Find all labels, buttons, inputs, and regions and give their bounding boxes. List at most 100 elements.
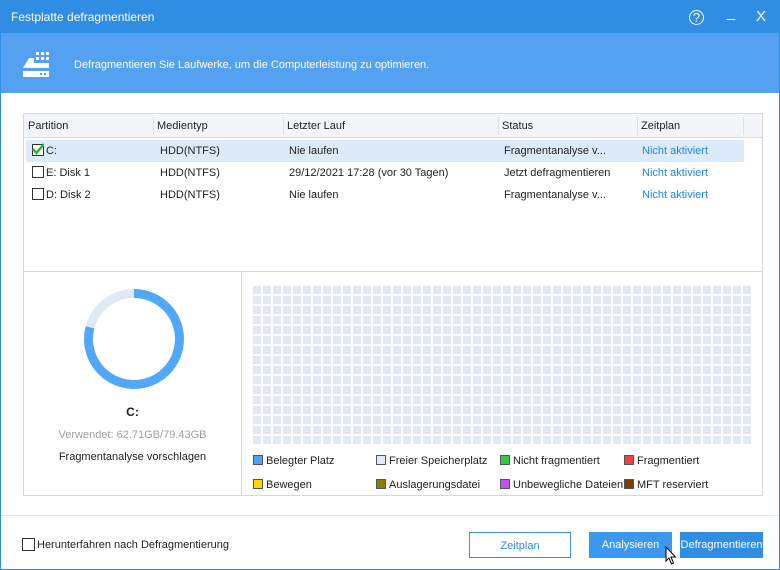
shutdown-checkbox[interactable] bbox=[22, 538, 35, 551]
cluster-block bbox=[323, 386, 331, 394]
cluster-block bbox=[573, 386, 581, 394]
cluster-block bbox=[713, 436, 721, 444]
defragment-button[interactable]: Defragmentieren bbox=[680, 532, 763, 558]
cluster-block bbox=[313, 356, 321, 364]
cluster-block bbox=[533, 316, 541, 324]
cluster-block bbox=[673, 426, 681, 434]
title-bar: Festplatte defragmentieren ? _ X bbox=[1, 1, 779, 33]
col-schedule[interactable]: Zeitplan bbox=[641, 120, 680, 132]
cluster-block bbox=[593, 396, 601, 404]
cluster-block bbox=[313, 376, 321, 384]
cluster-block bbox=[743, 436, 751, 444]
cluster-block bbox=[363, 346, 371, 354]
cluster-block bbox=[353, 316, 361, 324]
cluster-block bbox=[323, 336, 331, 344]
help-icon[interactable]: ? bbox=[689, 10, 704, 25]
partition-name: C: bbox=[46, 145, 57, 157]
schedule-link[interactable]: Nicht aktiviert bbox=[642, 189, 708, 201]
cluster-block bbox=[373, 396, 381, 404]
table-row[interactable]: D: Disk 2 HDD(NTFS) Nie laufen Fragmenta… bbox=[26, 184, 744, 206]
cluster-block bbox=[433, 376, 441, 384]
col-partition[interactable]: Partition bbox=[28, 120, 68, 132]
cluster-block bbox=[353, 426, 361, 434]
cluster-block bbox=[623, 306, 631, 314]
legend-item: Auslagerungsdatei bbox=[376, 479, 480, 491]
cluster-block bbox=[463, 366, 471, 374]
cluster-block bbox=[293, 336, 301, 344]
table-row[interactable]: C: HDD(NTFS) Nie laufen Fragmentanalyse … bbox=[26, 140, 744, 162]
cluster-block bbox=[543, 396, 551, 404]
cluster-block bbox=[293, 376, 301, 384]
cluster-block bbox=[443, 416, 451, 424]
cluster-block bbox=[693, 386, 701, 394]
minimize-icon[interactable]: _ bbox=[721, 3, 741, 23]
cluster-block bbox=[493, 306, 501, 314]
cluster-block bbox=[423, 386, 431, 394]
cluster-block bbox=[673, 356, 681, 364]
cluster-block bbox=[393, 346, 401, 354]
cluster-block bbox=[273, 316, 281, 324]
cluster-block bbox=[333, 286, 341, 294]
cluster-block bbox=[363, 406, 371, 414]
col-last-run[interactable]: Letzter Lauf bbox=[287, 120, 345, 132]
cluster-block bbox=[563, 406, 571, 414]
legend-swatch bbox=[253, 479, 263, 489]
cluster-block bbox=[703, 306, 711, 314]
cluster-block bbox=[503, 386, 511, 394]
checkbox[interactable] bbox=[32, 188, 44, 200]
cluster-block bbox=[433, 336, 441, 344]
checkbox[interactable] bbox=[32, 166, 44, 178]
cluster-block bbox=[443, 306, 451, 314]
cluster-block bbox=[553, 416, 561, 424]
cluster-block bbox=[393, 376, 401, 384]
cluster-block bbox=[333, 376, 341, 384]
cluster-block bbox=[253, 326, 261, 334]
schedule-button[interactable]: Zeitplan bbox=[469, 532, 571, 558]
cluster-block bbox=[343, 356, 351, 364]
cluster-block bbox=[373, 336, 381, 344]
cluster-block bbox=[353, 376, 361, 384]
cluster-block bbox=[563, 336, 571, 344]
legend-label: Freier Speicherplatz bbox=[389, 455, 488, 467]
cluster-block bbox=[273, 386, 281, 394]
cluster-block bbox=[653, 366, 661, 374]
cluster-block bbox=[273, 306, 281, 314]
cluster-block bbox=[293, 346, 301, 354]
cluster-block bbox=[403, 296, 411, 304]
col-media[interactable]: Medientyp bbox=[157, 120, 208, 132]
cluster-block bbox=[493, 386, 501, 394]
cluster-block bbox=[483, 376, 491, 384]
table-row[interactable]: E: Disk 1 HDD(NTFS) 29/12/2021 17:28 (vo… bbox=[26, 162, 744, 184]
schedule-link[interactable]: Nicht aktiviert bbox=[642, 145, 708, 157]
analyze-button[interactable]: Analysieren bbox=[589, 532, 672, 558]
cluster-block bbox=[673, 326, 681, 334]
cluster-block bbox=[633, 336, 641, 344]
cluster-block bbox=[333, 346, 341, 354]
schedule-link[interactable]: Nicht aktiviert bbox=[642, 167, 708, 179]
cluster-block bbox=[613, 286, 621, 294]
cluster-block bbox=[443, 366, 451, 374]
cluster-block bbox=[733, 326, 741, 334]
cluster-block bbox=[463, 296, 471, 304]
cluster-block bbox=[523, 416, 531, 424]
cluster-block bbox=[313, 306, 321, 314]
cluster-block bbox=[393, 336, 401, 344]
cluster-block bbox=[353, 346, 361, 354]
cluster-block bbox=[343, 406, 351, 414]
cluster-block bbox=[483, 396, 491, 404]
cluster-block bbox=[503, 316, 511, 324]
checkbox-checked[interactable] bbox=[32, 143, 44, 156]
cluster-block bbox=[403, 356, 411, 364]
cluster-block bbox=[393, 356, 401, 364]
col-status[interactable]: Status bbox=[502, 120, 533, 132]
close-icon[interactable]: X bbox=[751, 7, 771, 27]
cluster-block bbox=[303, 286, 311, 294]
cluster-block bbox=[533, 356, 541, 364]
cluster-block bbox=[303, 376, 311, 384]
cluster-block bbox=[483, 326, 491, 334]
cluster-block bbox=[253, 376, 261, 384]
cluster-block bbox=[583, 286, 591, 294]
shutdown-label[interactable]: Herunterfahren nach Defragmentierung bbox=[37, 539, 229, 551]
cluster-block bbox=[273, 366, 281, 374]
cluster-block bbox=[333, 386, 341, 394]
